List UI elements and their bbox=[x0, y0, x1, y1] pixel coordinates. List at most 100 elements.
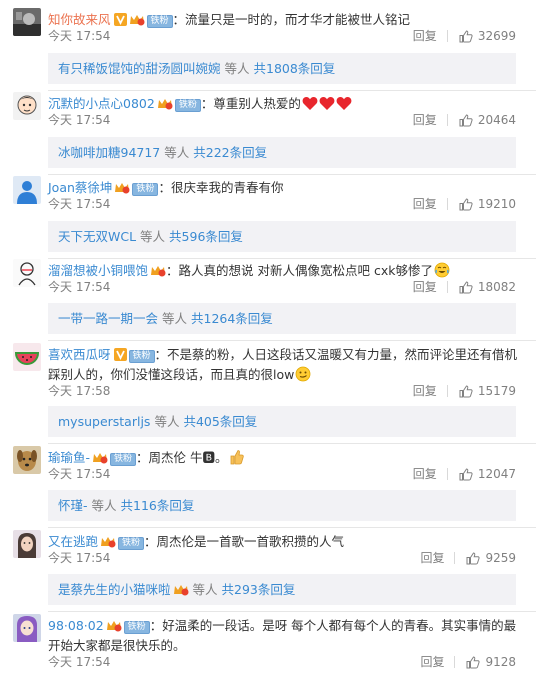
reply-summary[interactable]: 怀瑾- 等人 共116条回复 bbox=[48, 490, 516, 521]
reply-user-link[interactable]: mysuperstarljs bbox=[58, 414, 150, 429]
action-divider bbox=[446, 114, 448, 126]
comment-separator bbox=[48, 174, 536, 175]
fan-badge: 铁粉 bbox=[123, 621, 150, 634]
comment-separator bbox=[48, 90, 536, 91]
others-label: 等人 bbox=[192, 582, 218, 597]
like-button[interactable]: 9259 bbox=[466, 550, 516, 566]
like-button[interactable]: 19210 bbox=[459, 196, 516, 212]
reply-summary[interactable]: 一带一路一期一会 等人 共1264条回复 bbox=[48, 303, 516, 334]
reply-user-link[interactable]: 怀瑾- bbox=[58, 498, 88, 513]
others-label: 等人 bbox=[164, 145, 190, 160]
reply-button[interactable]: 回复 bbox=[420, 550, 444, 566]
action-divider bbox=[446, 385, 448, 397]
crying-laugh-emoji bbox=[434, 262, 450, 278]
reply-total-link[interactable]: 共293条回复 bbox=[222, 582, 296, 597]
comment-body: ：路人真的想说 对新人偶像宽松点吧 cxk够惨了 bbox=[166, 263, 433, 278]
reply-button[interactable]: 回复 bbox=[413, 279, 437, 295]
comment-actions: 回复 20464 bbox=[413, 112, 516, 128]
reply-total-link[interactable]: 共1808条回复 bbox=[254, 61, 336, 76]
comment-text: 沉默的小点心0802 铁粉 ：尊重别人热爱的 bbox=[48, 94, 520, 114]
reply-user-link[interactable]: 有只稀饭馄饨的甜汤圆叫婉婉 bbox=[58, 61, 221, 76]
others-label: 等人 bbox=[140, 229, 166, 244]
reply-user-link[interactable]: 天下无双WCL bbox=[58, 229, 136, 244]
comment-actions: 回复 15179 bbox=[413, 383, 516, 399]
comment-actions: 回复 32699 bbox=[413, 28, 516, 44]
username-link[interactable]: 知你故来风 bbox=[48, 12, 111, 27]
comment-text: 溜溜想被小铜喂饱 ：路人真的想说 对新人偶像宽松点吧 cxk够惨了 bbox=[48, 261, 520, 281]
like-button[interactable]: 18082 bbox=[459, 279, 516, 295]
thumbs-up-icon bbox=[459, 197, 473, 210]
reply-user-link[interactable]: 冰咖啡加糖94717 bbox=[58, 145, 160, 160]
username-link[interactable]: Joan蔡徐坤 bbox=[48, 180, 112, 195]
username-link[interactable]: 98·08·02 bbox=[48, 618, 104, 633]
reply-button[interactable]: 回复 bbox=[413, 196, 437, 212]
like-button[interactable]: 9128 bbox=[466, 654, 516, 670]
fan-badge: 铁粉 bbox=[118, 537, 145, 550]
crown-level-icon bbox=[93, 453, 108, 464]
watermelon-avatar-icon[interactable] bbox=[13, 343, 41, 371]
action-divider bbox=[446, 468, 448, 480]
reply-button[interactable]: 回复 bbox=[413, 466, 437, 482]
others-label: 等人 bbox=[162, 311, 188, 326]
like-button[interactable]: 15179 bbox=[459, 383, 516, 399]
like-count: 32699 bbox=[477, 29, 516, 43]
username-link[interactable]: 溜溜想被小铜喂饱 bbox=[48, 263, 148, 278]
like-button[interactable]: 20464 bbox=[459, 112, 516, 128]
reply-user-link[interactable]: 是蔡先生的小猫咪啦 bbox=[58, 582, 171, 597]
comment-time: 今天 17:54 bbox=[48, 113, 111, 127]
photo-avatar-icon[interactable] bbox=[13, 8, 41, 36]
blue-figure-avatar-icon[interactable] bbox=[13, 176, 41, 204]
dog-avatar-icon[interactable] bbox=[13, 446, 41, 474]
comment-time: 今天 17:54 bbox=[48, 280, 111, 294]
like-count: 18082 bbox=[477, 280, 516, 294]
like-count: 19210 bbox=[477, 197, 516, 211]
comment-time: 今天 17:54 bbox=[48, 29, 111, 43]
username-link[interactable]: 沉默的小点心0802 bbox=[48, 96, 155, 111]
reply-summary[interactable]: 有只稀饭馄饨的甜汤圆叫婉婉 等人 共1808条回复 bbox=[48, 53, 516, 84]
reply-summary[interactable]: 是蔡先生的小猫咪啦 等人 共293条回复 bbox=[48, 574, 516, 605]
comment-text: 又在逃跑 铁粉 ：周杰伦是一首歌一首歌积攒的人气 bbox=[48, 532, 520, 552]
anime-avatar-icon[interactable] bbox=[13, 614, 41, 642]
thumbs-up-icon bbox=[459, 384, 473, 397]
others-label: 等人 bbox=[91, 498, 117, 513]
comment-text: 瑜瑜鱼- 铁粉 ：周杰伦 牛🅱。 bbox=[48, 448, 520, 468]
reply-button[interactable]: 回复 bbox=[413, 383, 437, 399]
reply-total-link[interactable]: 共116条回复 bbox=[121, 498, 195, 513]
like-count: 9128 bbox=[485, 655, 516, 669]
reply-button[interactable]: 回复 bbox=[420, 654, 444, 670]
comment-list: 知你故来风 铁粉 ：流量只是一时的，而才华才能被世人铭记 今天 17:54 回复 3… bbox=[0, 0, 536, 684]
comment-text: Joan蔡徐坤 铁粉 ：很庆幸我的青春有你 bbox=[48, 178, 520, 198]
fan-badge: 铁粉 bbox=[146, 15, 173, 28]
thumbs-up-icon bbox=[459, 467, 473, 480]
girl-avatar-icon[interactable] bbox=[13, 530, 41, 558]
thumbs-up-icon bbox=[466, 551, 481, 564]
like-button[interactable]: 12047 bbox=[459, 466, 516, 482]
reply-total-link[interactable]: 共596条回复 bbox=[169, 229, 243, 244]
reply-total-link[interactable]: 共1264条回复 bbox=[191, 311, 273, 326]
crown-level-icon bbox=[157, 99, 173, 110]
comment-time: 今天 17:54 bbox=[48, 655, 111, 669]
reply-button[interactable]: 回复 bbox=[413, 112, 437, 128]
reply-summary[interactable]: mysuperstarljs 等人 共405条回复 bbox=[48, 406, 516, 437]
reply-button[interactable]: 回复 bbox=[413, 28, 437, 44]
username-link[interactable]: 喜欢西瓜呀 bbox=[48, 347, 111, 362]
crown-level-icon bbox=[101, 537, 116, 548]
comment-time: 今天 17:54 bbox=[48, 551, 111, 565]
reply-summary[interactable]: 冰咖啡加糖94717 等人 共222条回复 bbox=[48, 137, 516, 168]
username-link[interactable]: 瑜瑜鱼- bbox=[48, 450, 90, 465]
reply-summary[interactable]: 天下无双WCL 等人 共596条回复 bbox=[48, 221, 516, 252]
others-label: 等人 bbox=[154, 414, 180, 429]
comment-time: 今天 17:54 bbox=[48, 467, 111, 481]
reply-user-link[interactable]: 一带一路一期一会 bbox=[58, 311, 158, 326]
comment-body: ：周杰伦 牛🅱。 bbox=[136, 450, 228, 465]
like-button[interactable]: 32699 bbox=[459, 28, 516, 44]
reply-total-link[interactable]: 共222条回复 bbox=[193, 145, 267, 160]
action-divider bbox=[454, 552, 456, 564]
action-divider bbox=[446, 30, 448, 42]
sketch-avatar-icon[interactable] bbox=[13, 259, 41, 287]
fan-badge: 铁粉 bbox=[110, 453, 137, 466]
username-link[interactable]: 又在逃跑 bbox=[48, 534, 98, 549]
reply-total-link[interactable]: 共405条回复 bbox=[183, 414, 257, 429]
fan-badge: 铁粉 bbox=[174, 99, 201, 112]
cartoon-avatar-icon[interactable] bbox=[13, 92, 41, 120]
